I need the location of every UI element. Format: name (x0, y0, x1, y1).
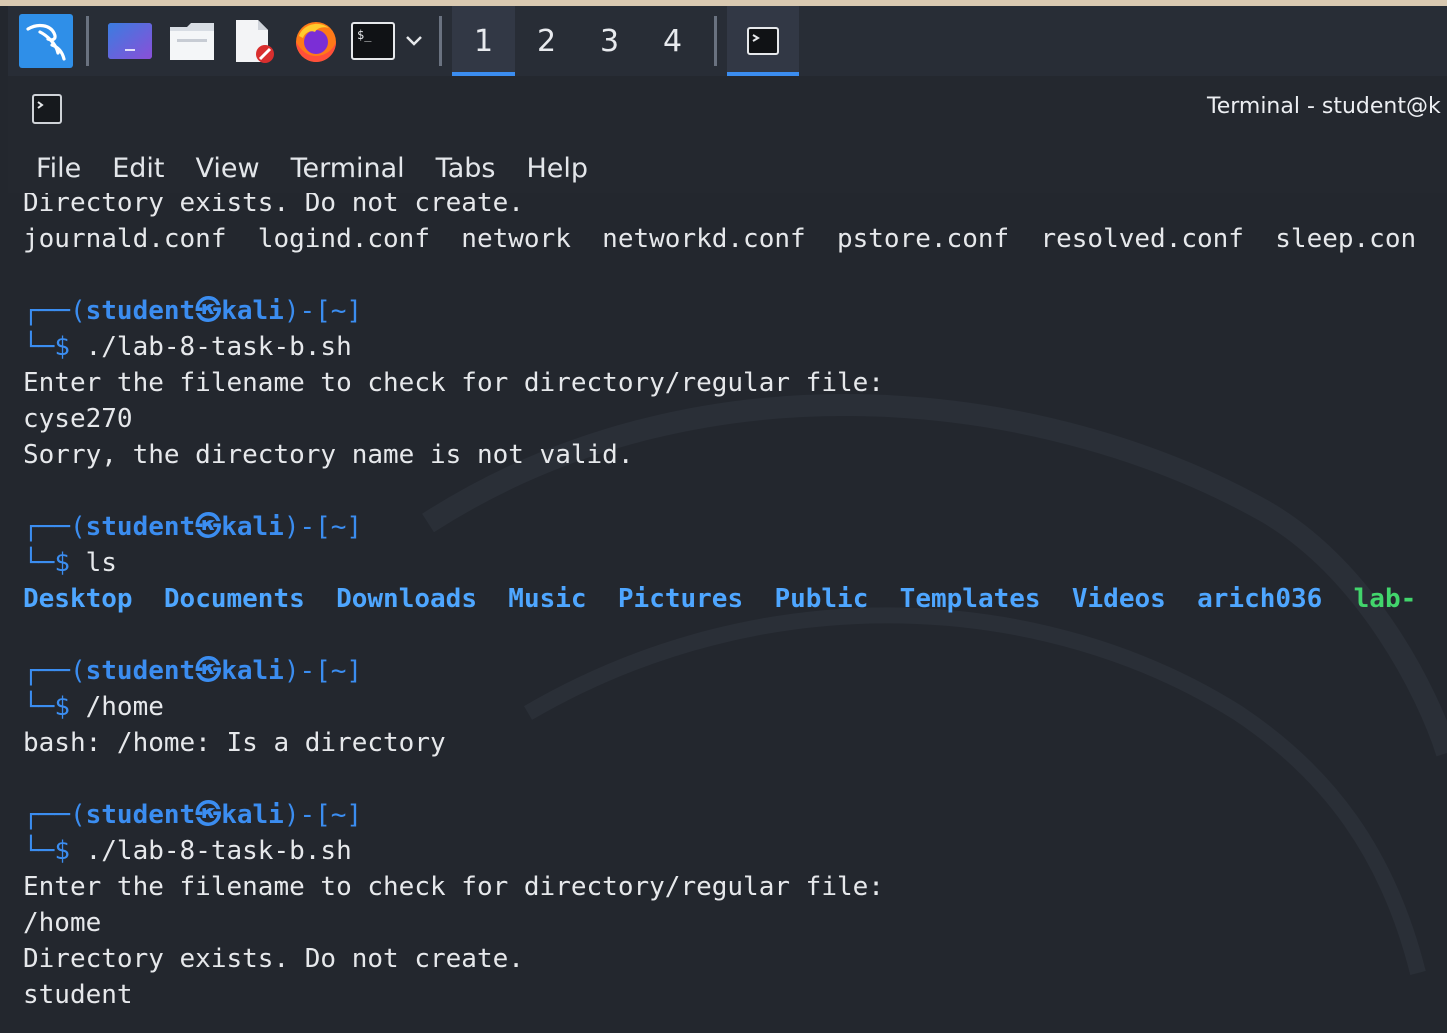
desktop-screen: $_ 1 2 3 4 Terminal - student@k File Edi… (0, 0, 1447, 1033)
output-line: cyse270 (23, 404, 133, 434)
terminal-line-listing: journald.conf logind.conf network networ… (23, 224, 1417, 254)
taskbar-separator (439, 16, 442, 66)
terminal-window: Terminal - student@k File Edit View Term… (8, 76, 1447, 1033)
prompt-dollar: $ (54, 548, 70, 578)
ls-entry-dir: arich036 (1197, 584, 1323, 614)
menubar: File Edit View Terminal Tabs Help (8, 143, 1447, 193)
text-editor-button[interactable] (223, 6, 285, 76)
text-editor-icon (236, 20, 274, 63)
window-titlebar[interactable]: Terminal - student@k (8, 76, 1447, 143)
prompt-dollar: $ (54, 836, 70, 866)
kali-menu-icon (19, 14, 73, 68)
workspace-3[interactable]: 3 (578, 6, 641, 76)
prompt-user-host: student㉿kali (85, 656, 284, 686)
command-text: ./lab-8-task-b.sh (69, 836, 352, 866)
prompt-dollar: $ (54, 692, 70, 722)
chevron-down-icon (406, 36, 422, 46)
prompt-path: )-[~] (283, 656, 363, 686)
terminal-window-icon (747, 27, 779, 55)
terminal-output[interactable]: Directory exists. Do not create. journal… (8, 193, 1447, 1033)
command-line: └─$ ./lab-8-task-b.sh (23, 833, 352, 869)
command-text: ./lab-8-task-b.sh (69, 332, 352, 362)
menu-view[interactable]: View (195, 153, 259, 184)
taskbar-separator (714, 16, 717, 66)
output-line: Enter the filename to check for director… (23, 368, 884, 398)
output-line: Enter the filename to check for director… (23, 872, 884, 902)
prompt-path: )-[~] (283, 800, 363, 830)
command-line: └─$ ls (23, 545, 117, 581)
workspace-2[interactable]: 2 (515, 6, 578, 76)
prompt-corner: └─ (23, 692, 55, 722)
ls-entry-dir: Pictures (617, 584, 744, 614)
terminal-icon (32, 94, 62, 124)
output-line: /home (23, 908, 102, 938)
command-text: /home (69, 692, 164, 722)
firefox-button[interactable] (285, 6, 347, 76)
kali-menu-button[interactable] (16, 6, 76, 76)
prompt-frame: ┌──( (23, 512, 86, 542)
desktop-icon (108, 23, 152, 59)
prompt-path: )-[~] (283, 512, 363, 542)
terminal-line-partial: Directory exists. Do not create. (23, 193, 524, 218)
launcher-dropdown[interactable] (399, 6, 429, 76)
prompt-corner: └─ (23, 332, 55, 362)
prompt-corner: └─ (23, 548, 55, 578)
ls-entry-dir: Videos (1071, 584, 1166, 614)
prompt-dollar: $ (54, 332, 70, 362)
taskbar-separator (86, 16, 89, 66)
terminal-launcher-button[interactable]: $_ (347, 6, 399, 76)
prompt-frame: ┌──( (23, 800, 86, 830)
command-line: └─$ /home (23, 689, 164, 725)
prompt-corner: └─ (23, 836, 55, 866)
prompt-user-host: student㉿kali (85, 296, 284, 326)
workspace-4[interactable]: 4 (641, 6, 704, 76)
menu-tabs[interactable]: Tabs (436, 153, 496, 184)
file-manager-button[interactable] (161, 6, 223, 76)
ls-output-line: Desktop Documents Downloads Music Pictur… (23, 581, 1416, 617)
file-manager-icon (170, 23, 214, 60)
workspace-1[interactable]: 1 (452, 6, 515, 76)
prompt-user-host: student㉿kali (85, 800, 284, 830)
ls-entry-dir: Documents (163, 584, 305, 614)
ls-entry-dir: Public (774, 584, 869, 614)
command-line: └─$ ./lab-8-task-b.sh (23, 329, 352, 365)
ls-entry-dir: Templates (899, 584, 1041, 614)
svg-text:$_: $_ (357, 28, 372, 42)
prompt-line: ┌──(student㉿kali)-[~] (23, 653, 362, 689)
taskbar-terminal-window[interactable] (727, 6, 799, 76)
ls-entry-dir: Music (508, 584, 587, 614)
menu-terminal[interactable]: Terminal (291, 153, 405, 184)
ls-entry-exe: lab- (1353, 584, 1417, 614)
prompt-frame: ┌──( (23, 656, 86, 686)
prompt-path: )-[~] (283, 296, 363, 326)
menu-file[interactable]: File (36, 153, 81, 184)
command-text: ls (69, 548, 117, 578)
output-line: Directory exists. Do not create. (23, 944, 524, 974)
prompt-line: ┌──(student㉿kali)-[~] (23, 797, 362, 833)
taskbar: $_ 1 2 3 4 (8, 6, 1447, 76)
ls-entry-dir: Desktop (23, 584, 133, 614)
window-title: Terminal - student@k (1207, 94, 1441, 119)
prompt-frame: ┌──( (23, 296, 86, 326)
menu-help[interactable]: Help (526, 153, 588, 184)
output-line: bash: /home: Is a directory (23, 728, 446, 758)
firefox-icon (296, 22, 336, 62)
ls-entry-dir: Downloads (336, 584, 477, 614)
menu-edit[interactable]: Edit (112, 153, 164, 184)
prompt-line: ┌──(student㉿kali)-[~] (23, 509, 362, 545)
terminal-icon: $_ (351, 22, 395, 60)
prompt-user-host: student㉿kali (85, 512, 284, 542)
output-line: Sorry, the directory name is not valid. (23, 440, 634, 470)
prompt-line: ┌──(student㉿kali)-[~] (23, 293, 362, 329)
show-desktop-button[interactable] (99, 6, 161, 76)
output-line: student (23, 980, 133, 1010)
